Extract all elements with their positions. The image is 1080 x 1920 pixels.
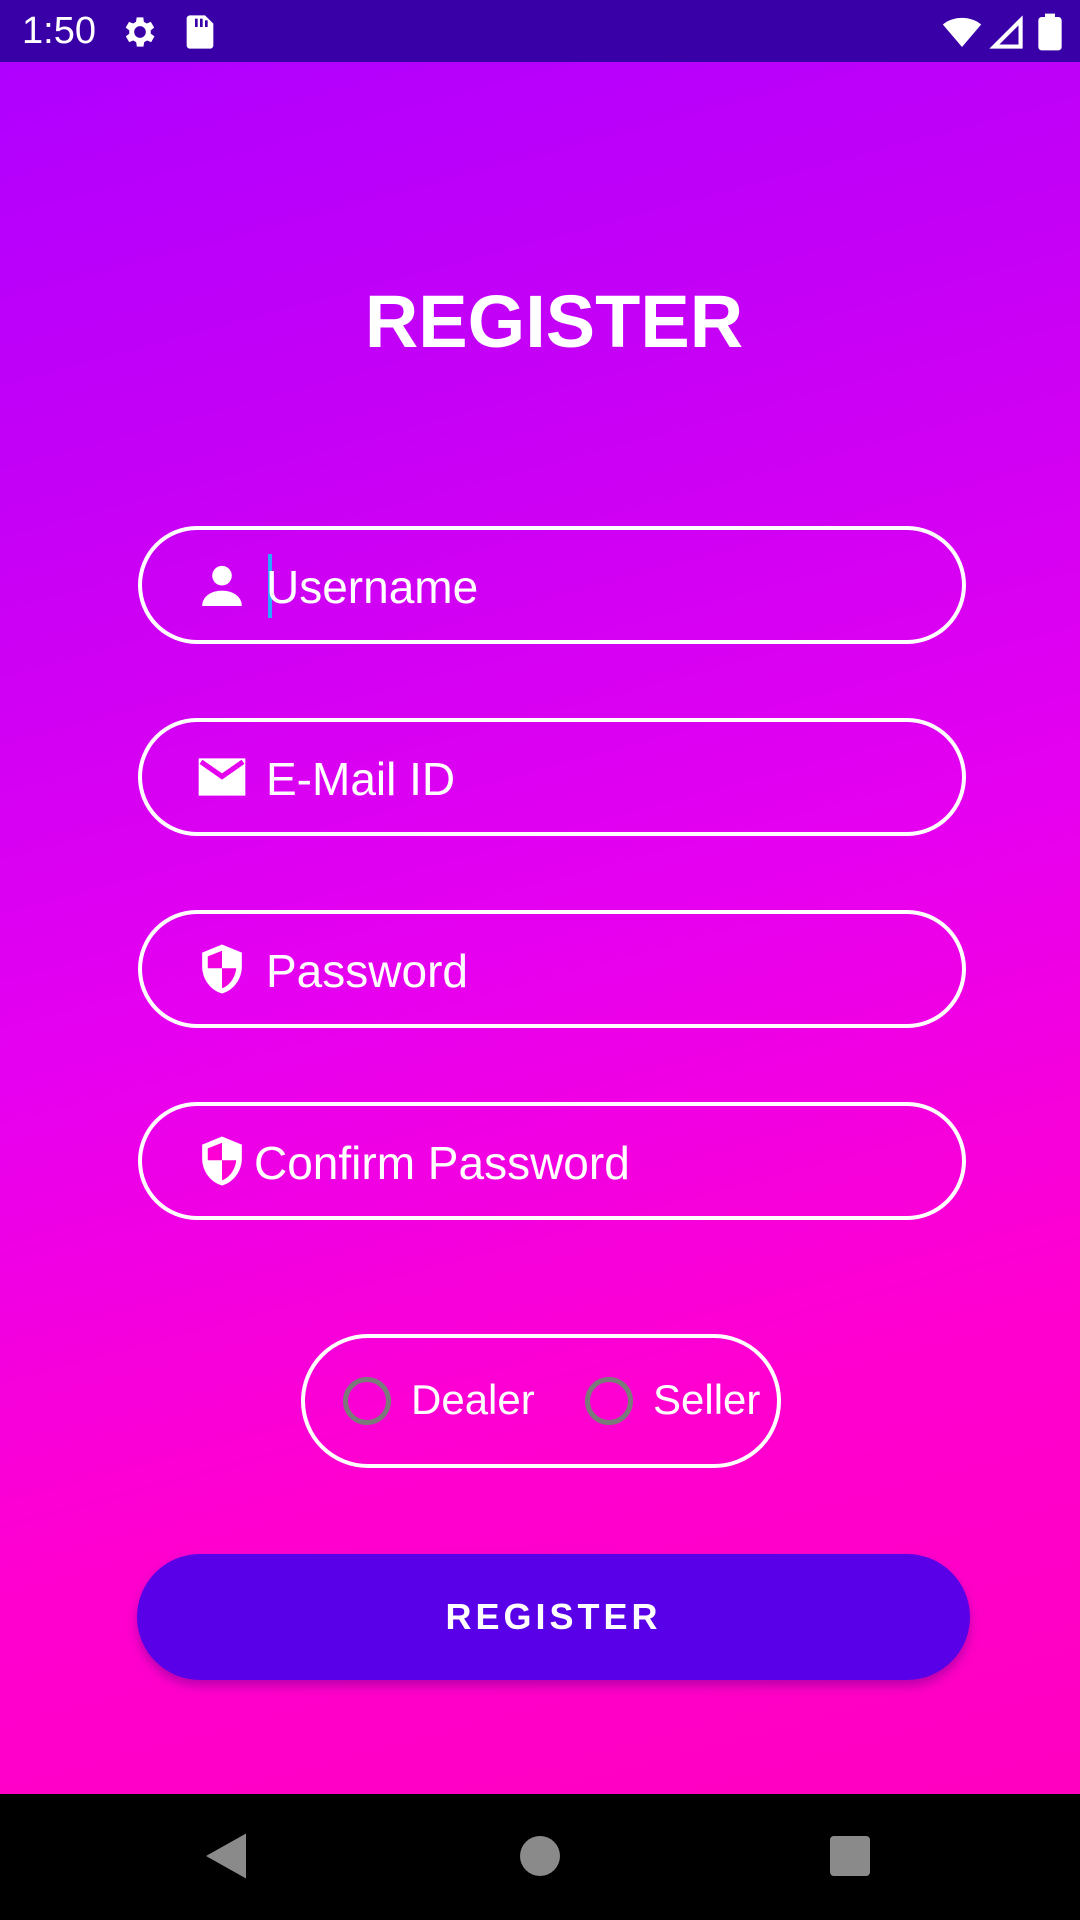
register-content: REGISTER Username E-Mail ID Password Con…	[0, 62, 1080, 1794]
email-field[interactable]: E-Mail ID	[138, 718, 966, 836]
status-time: 1:50	[22, 10, 96, 52]
signal-icon	[989, 15, 1023, 49]
shield-icon	[202, 944, 242, 994]
status-bar: 1:50	[0, 0, 1080, 62]
sd-card-icon	[186, 15, 214, 49]
confirm-password-placeholder: Confirm Password	[254, 1137, 630, 1189]
register-screen: 1:50 REGISTER Username E-Mail ID Passwor…	[0, 0, 1080, 1920]
wifi-icon	[942, 17, 982, 47]
person-icon	[202, 565, 242, 606]
gear-icon	[125, 17, 155, 47]
email-placeholder: E-Mail ID	[266, 753, 456, 805]
home-icon[interactable]	[510, 1826, 570, 1886]
shield-icon	[202, 1136, 242, 1186]
recents-icon[interactable]	[820, 1826, 880, 1886]
password-placeholder: Password	[266, 945, 468, 997]
register-button[interactable]: REGISTER	[137, 1554, 970, 1680]
back-icon[interactable]	[196, 1826, 256, 1886]
dealer-radio-label[interactable]: Dealer	[411, 1374, 535, 1426]
mail-icon	[198, 758, 246, 796]
navigation-bar	[0, 1794, 1080, 1920]
page-title: REGISTER	[364, 280, 744, 363]
confirm-password-field[interactable]: Confirm Password	[138, 1102, 966, 1220]
username-field[interactable]: Username	[138, 526, 966, 644]
seller-radio[interactable]	[585, 1377, 633, 1425]
password-field[interactable]: Password	[138, 910, 966, 1028]
seller-radio-label[interactable]: Seller	[653, 1374, 760, 1426]
role-radio-group: Dealer Seller	[301, 1334, 781, 1468]
dealer-radio[interactable]	[343, 1377, 391, 1425]
battery-icon	[1038, 13, 1062, 51]
username-placeholder: Username	[266, 561, 479, 613]
